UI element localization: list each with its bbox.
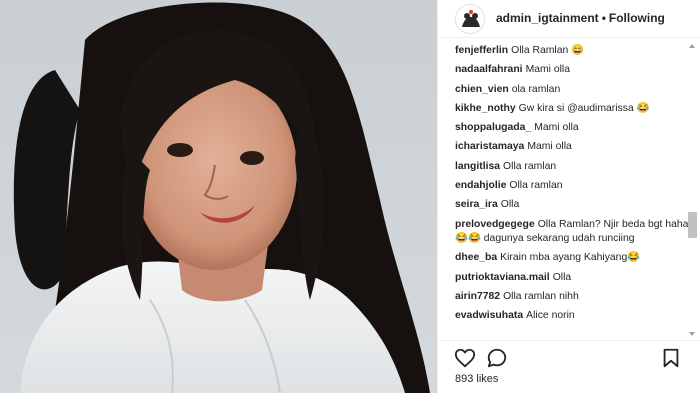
following-status[interactable]: Following xyxy=(609,11,665,25)
comment-username[interactable]: langitlisa xyxy=(455,161,500,172)
comment-text: Gw kira si @audimarissa 😂 xyxy=(518,102,650,114)
comment-username[interactable]: shoppalugada_ xyxy=(455,122,531,133)
scroll-up-arrow-icon[interactable] xyxy=(689,44,695,48)
comment-username[interactable]: seira_ira xyxy=(455,199,498,210)
comment-username[interactable]: chien_vien xyxy=(455,84,509,95)
comment-text: Kirain mba ayang Kahiyang😂 xyxy=(500,252,641,264)
comments-list: fenjefferlin Olla Ramlan 😄 nadaalfahrani Ma… xyxy=(455,44,691,337)
comment-username[interactable]: nadaalfahrani xyxy=(455,64,523,75)
comment-username[interactable]: fenjefferlin xyxy=(455,45,508,56)
comment-text: Alice norin xyxy=(526,310,575,322)
comment-text: Olla ramlan xyxy=(503,160,557,172)
comment-text: Mami olla xyxy=(534,122,579,134)
post-actions xyxy=(438,340,700,370)
comment-text: Mami olla xyxy=(525,64,571,76)
comment-item: evadwisuhata Alice norin xyxy=(455,309,691,324)
instagram-post-view: admin_igtainment • Following fenjefferlin O… xyxy=(0,0,700,393)
comment-item: kikhe_nothy Gw kira si @audimarissa 😂 xyxy=(455,102,691,117)
comment-item: fenjefferlin Olla Ramlan 😄 xyxy=(455,44,691,59)
comment-item: shoppalugada_ Mami olla xyxy=(455,121,691,136)
comment-item: langitlisa Olla ramlan xyxy=(455,160,691,175)
comment-username[interactable]: airin7782 xyxy=(455,291,500,302)
comment-item: seira_ira Olla xyxy=(455,198,691,213)
avatar-logo-icon xyxy=(456,5,484,33)
bookmark-icon[interactable] xyxy=(660,347,682,369)
comment-username[interactable]: kikhe_nothy xyxy=(455,103,516,114)
comment-text: Olla Ramlan 😄 xyxy=(511,45,585,56)
comment-item: endahjolie Olla ramlan xyxy=(455,179,691,194)
separator-dot: • xyxy=(601,11,606,25)
comment-item: dhee_ba Kirain mba ayang Kahiyang😂 xyxy=(455,251,691,266)
comment-text: Olla ramlan nihh xyxy=(503,291,579,303)
comment-username[interactable]: endahjolie xyxy=(455,180,506,191)
comment-text: Olla ramlan xyxy=(509,180,563,192)
comment-text: ola ramlan xyxy=(511,83,561,95)
comment-item: nadaalfahrani Mami olla xyxy=(455,63,691,78)
post-photo[interactable] xyxy=(0,0,437,393)
comment-item: prelovedgegege Olla Ramlan? Njir beda bgt… xyxy=(455,218,691,247)
speech-bubble-icon[interactable] xyxy=(486,347,508,369)
comment-item: airin7782 Olla ramlan nihh xyxy=(455,290,691,305)
scroll-thumb[interactable] xyxy=(688,212,697,238)
comment-item: icharistamaya Mami olla xyxy=(455,140,691,155)
heart-outline-icon[interactable] xyxy=(454,347,476,369)
comments-scrollbar[interactable] xyxy=(688,42,697,338)
post-header: admin_igtainment • Following xyxy=(438,0,700,38)
comment-text: Olla xyxy=(500,199,520,211)
comments-panel: admin_igtainment • Following fenjefferlin O… xyxy=(437,0,700,393)
comment-username[interactable]: icharistamaya xyxy=(455,141,524,152)
header-text: admin_igtainment • Following xyxy=(496,11,665,25)
comment-username[interactable]: prelovedgegege xyxy=(455,219,535,230)
profile-avatar[interactable] xyxy=(455,4,485,34)
post-username[interactable]: admin_igtainment xyxy=(496,11,599,25)
comment-item: putrioktaviana.mail Olla xyxy=(455,271,691,286)
comment-username[interactable]: dhee_ba xyxy=(455,252,497,263)
portrait-image xyxy=(13,2,430,393)
comment-text: Mami olla xyxy=(527,141,572,153)
comment-username[interactable]: putrioktaviana.mail xyxy=(455,272,550,283)
scroll-down-arrow-icon[interactable] xyxy=(689,332,695,336)
comment-item: chien_vien ola ramlan xyxy=(455,83,691,98)
comment-username[interactable]: evadwisuhata xyxy=(455,310,523,321)
likes-count[interactable]: 893 likes xyxy=(455,373,498,385)
comment-text: Olla xyxy=(552,271,572,283)
